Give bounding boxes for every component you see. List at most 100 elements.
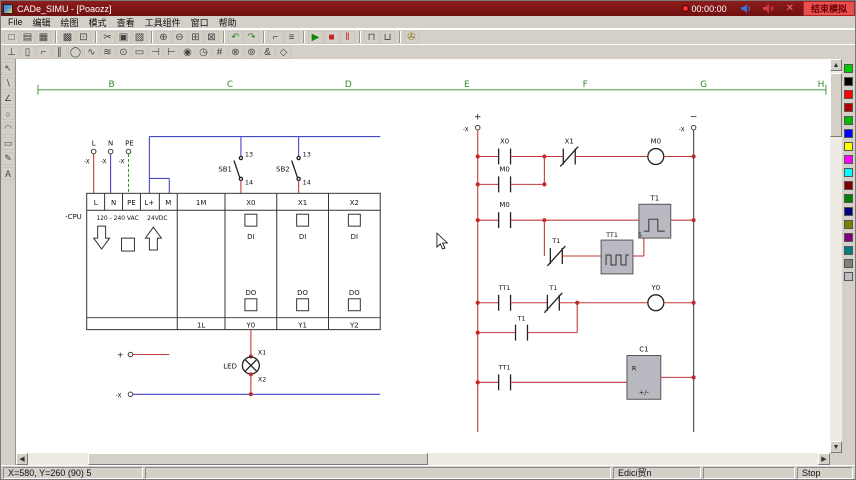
scroll-right-icon[interactable]: ▶ bbox=[818, 453, 830, 465]
common-terminal[interactable] bbox=[128, 392, 133, 397]
sb1-pushbutton[interactable]: 13 14 SB1 bbox=[218, 137, 253, 194]
vscroll-thumb[interactable] bbox=[830, 73, 842, 137]
color-swatch-15[interactable] bbox=[844, 259, 853, 268]
menu-item-3[interactable]: 模式 bbox=[84, 15, 112, 30]
zoom-out-icon[interactable]: ⊖ bbox=[172, 31, 187, 44]
menu-item-1[interactable]: 编辑 bbox=[28, 15, 56, 30]
pencil-tool-icon[interactable]: ✎ bbox=[1, 152, 15, 165]
redo-icon[interactable]: ↷ bbox=[244, 31, 259, 44]
close-icon[interactable]: ✕ bbox=[781, 3, 799, 14]
menu-item-0[interactable]: File bbox=[3, 16, 28, 28]
end-simulation-button[interactable]: 结束模拟 bbox=[803, 1, 855, 16]
color-swatch-5[interactable] bbox=[844, 129, 853, 138]
contact-m0-seal[interactable]: M0 bbox=[499, 165, 511, 192]
menu-item-6[interactable]: 窗口 bbox=[186, 15, 214, 30]
print-preview-icon[interactable]: ⊡ bbox=[76, 31, 91, 44]
open-file-icon[interactable]: ▤ bbox=[20, 31, 35, 44]
timer-block-tt1[interactable]: TT1 5 bbox=[601, 231, 642, 274]
color-swatch-12[interactable] bbox=[844, 220, 853, 229]
component-button-icon[interactable]: ⊚ bbox=[244, 46, 259, 59]
scroll-left-icon[interactable]: ◀ bbox=[16, 453, 28, 465]
timer-block-t1[interactable]: T1 bbox=[639, 194, 671, 238]
ellipse-tool-icon[interactable]: ○ bbox=[1, 107, 15, 120]
contact-t1-parallel[interactable]: T1 bbox=[516, 315, 528, 341]
color-swatch-2[interactable] bbox=[844, 90, 853, 99]
menu-item-4[interactable]: 查看 bbox=[112, 15, 140, 30]
component-terminal-icon[interactable]: ⊙ bbox=[116, 46, 131, 59]
terminal-l[interactable] bbox=[91, 149, 96, 154]
color-swatch-3[interactable] bbox=[844, 103, 853, 112]
component-cable-icon[interactable]: ≋ bbox=[100, 46, 115, 59]
simulate-pause-icon[interactable]: ‖ bbox=[340, 31, 355, 44]
component-breaker-icon[interactable]: ⌐ bbox=[36, 46, 51, 59]
plus-terminal[interactable] bbox=[128, 352, 133, 357]
hscroll-track[interactable] bbox=[28, 453, 818, 465]
negative-rail-terminal[interactable] bbox=[691, 125, 696, 130]
undo-icon[interactable]: ↶ bbox=[228, 31, 243, 44]
scroll-up-icon[interactable]: ▲ bbox=[830, 59, 842, 71]
component-lamp-icon[interactable]: ⊗ bbox=[228, 46, 243, 59]
contact-x1-nc[interactable]: X1 bbox=[560, 138, 578, 167]
component-plc-icon[interactable]: ▭ bbox=[132, 46, 147, 59]
color-swatch-8[interactable] bbox=[844, 168, 853, 177]
simulate-play-icon[interactable]: ▶ bbox=[308, 31, 323, 44]
lock-key-icon[interactable]: ✇ bbox=[404, 31, 419, 44]
component-counter-icon[interactable]: # bbox=[212, 46, 227, 59]
component-contact-icon[interactable]: ⊣ bbox=[148, 46, 163, 59]
new-file-icon[interactable]: □ bbox=[4, 31, 19, 44]
positive-rail-terminal[interactable] bbox=[475, 125, 480, 130]
coil-m0[interactable]: M0 bbox=[648, 138, 664, 165]
terminal-n[interactable] bbox=[108, 149, 113, 154]
component-relay-icon[interactable]: ◉ bbox=[180, 46, 195, 59]
color-swatch-11[interactable] bbox=[844, 207, 853, 216]
print-icon[interactable]: ▩ bbox=[60, 31, 75, 44]
component-power-icon[interactable]: ⊥ bbox=[4, 46, 19, 59]
component-logic-icon[interactable]: & bbox=[260, 46, 275, 59]
sb2-pushbutton[interactable]: 13 14 SB2 bbox=[276, 137, 311, 194]
sound-mute-icon[interactable] bbox=[759, 3, 777, 14]
sound-on-icon[interactable] bbox=[737, 3, 755, 14]
color-swatch-10[interactable] bbox=[844, 194, 853, 203]
polyline-tool-icon[interactable]: ∠ bbox=[1, 92, 15, 105]
bus-mode-icon[interactable]: ≡ bbox=[284, 31, 299, 44]
contact-tt1-out[interactable]: TT1 bbox=[498, 284, 511, 311]
component-timer-icon[interactable]: ◷ bbox=[196, 46, 211, 59]
vscroll-track[interactable] bbox=[830, 71, 842, 441]
component-contactor-icon[interactable]: ∥ bbox=[52, 46, 67, 59]
logic-probe-icon[interactable]: ⊔ bbox=[380, 31, 395, 44]
zoom-window-icon[interactable]: ⊞ bbox=[188, 31, 203, 44]
scroll-down-icon[interactable]: ▼ bbox=[830, 441, 842, 453]
color-swatch-6[interactable] bbox=[844, 142, 853, 151]
menu-item-2[interactable]: 绘图 bbox=[56, 15, 84, 30]
terminal-pe[interactable] bbox=[126, 149, 131, 154]
counter-block-c1[interactable]: C1 R +/- bbox=[627, 346, 661, 400]
color-swatch-9[interactable] bbox=[844, 181, 853, 190]
contact-t1-nc-2[interactable]: T1 bbox=[544, 284, 562, 313]
hscroll-thumb[interactable] bbox=[88, 453, 428, 465]
simulate-stop-icon[interactable]: ■ bbox=[324, 31, 339, 44]
component-grafcet-icon[interactable]: ◇ bbox=[276, 46, 291, 59]
zoom-fit-icon[interactable]: ⊠ bbox=[204, 31, 219, 44]
rectangle-tool-icon[interactable]: ▭ bbox=[1, 137, 15, 150]
color-swatch-13[interactable] bbox=[844, 233, 853, 242]
menu-item-7[interactable]: 帮助 bbox=[214, 15, 242, 30]
paste-icon[interactable]: ▧ bbox=[132, 31, 147, 44]
color-swatch-14[interactable] bbox=[844, 246, 853, 255]
copy-icon[interactable]: ▣ bbox=[116, 31, 131, 44]
arc-tool-icon[interactable]: ◠ bbox=[1, 122, 15, 135]
coil-y0[interactable]: Y0 bbox=[648, 284, 664, 311]
schematic-canvas[interactable]: B C D E F G H L N PE -X -X bbox=[16, 59, 830, 453]
save-file-icon[interactable]: ▦ bbox=[36, 31, 51, 44]
contact-t1-nc[interactable]: T1 bbox=[547, 237, 565, 266]
cut-icon[interactable]: ✂ bbox=[100, 31, 115, 44]
horizontal-scrollbar[interactable]: ◀ ▶ bbox=[16, 453, 830, 465]
color-swatch-7[interactable] bbox=[844, 155, 853, 164]
color-swatch-1[interactable] bbox=[844, 77, 853, 86]
line-tool-icon[interactable]: ∖ bbox=[1, 77, 15, 90]
contact-m0-timer[interactable]: M0 bbox=[499, 201, 511, 228]
color-swatch-0[interactable] bbox=[844, 64, 853, 73]
wire-mode-icon[interactable]: ⌐ bbox=[268, 31, 283, 44]
component-fuse-icon[interactable]: ▯ bbox=[20, 46, 35, 59]
zoom-in-icon[interactable]: ⊕ bbox=[156, 31, 171, 44]
logic-state-icon[interactable]: ⊓ bbox=[364, 31, 379, 44]
